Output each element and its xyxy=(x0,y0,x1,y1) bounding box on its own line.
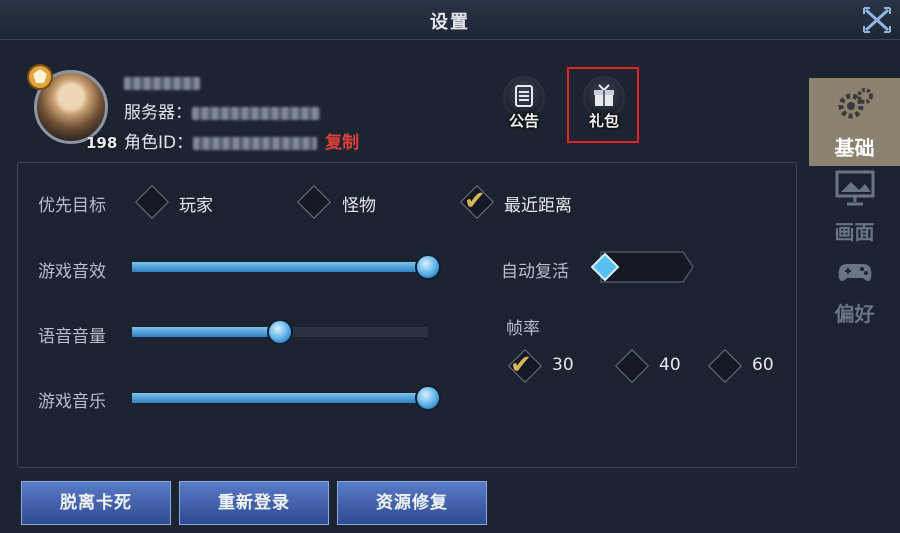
role-id-value-blurred xyxy=(193,136,318,150)
close-button[interactable] xyxy=(860,4,894,36)
fps-option-30[interactable]: 30 xyxy=(552,355,574,375)
tab-preferences[interactable]: 偏好 xyxy=(809,244,900,332)
tab-basic[interactable]: 基础 xyxy=(809,78,900,166)
resource-repair-button[interactable]: 资源修复 xyxy=(337,481,487,525)
rank-badge-icon xyxy=(27,64,53,90)
priority-option-nearest[interactable]: 最近距离 xyxy=(504,191,572,216)
close-icon xyxy=(863,7,891,33)
notice-label: 公告 xyxy=(508,112,539,130)
player-level: 198 xyxy=(86,134,118,152)
priority-label: 优先目标 xyxy=(38,196,106,216)
auto-revive-toggle[interactable] xyxy=(587,250,695,284)
slider-fill xyxy=(132,262,428,272)
music-volume-label: 游戏音乐 xyxy=(38,392,106,412)
slider-knob[interactable] xyxy=(267,319,293,345)
gamepad-icon xyxy=(838,264,872,281)
slider-fill xyxy=(132,393,428,403)
server-label: 服务器： xyxy=(124,103,192,123)
role-id-row: 角色ID： 复制 xyxy=(124,128,359,158)
monitor-icon xyxy=(835,170,875,206)
slider-knob[interactable] xyxy=(415,385,441,411)
server-value-blurred xyxy=(192,106,320,120)
sfx-volume-label: 游戏音效 xyxy=(38,262,106,282)
fps-option-60[interactable]: 60 xyxy=(752,355,774,375)
gift-highlight-box xyxy=(567,67,639,143)
role-id-label: 角色ID： xyxy=(124,133,194,153)
priority-option-player[interactable]: 玩家 xyxy=(179,191,213,216)
sfx-volume-slider[interactable] xyxy=(132,254,441,280)
priority-option-monster[interactable]: 怪物 xyxy=(342,191,376,216)
voice-volume-slider[interactable] xyxy=(132,319,428,345)
profile-avatar-group: 198 xyxy=(24,62,120,158)
notice-button[interactable]: 公告 xyxy=(498,76,550,138)
fps-label: 帧率 xyxy=(506,319,540,339)
voice-volume-label: 语音音量 xyxy=(38,327,106,347)
server-row: 服务器： xyxy=(124,98,359,128)
slider-fill xyxy=(132,327,280,337)
checkmark-icon: ✔ xyxy=(510,350,532,380)
tab-basic-label: 基础 xyxy=(834,136,875,160)
profile-info: 服务器： 角色ID： 复制 xyxy=(124,68,359,158)
tab-graphics-label: 画面 xyxy=(834,220,875,244)
auto-revive-label: 自动复活 xyxy=(501,262,569,282)
fps-option-40[interactable]: 40 xyxy=(659,355,681,375)
window-title: 设置 xyxy=(430,12,470,33)
slider-knob[interactable] xyxy=(415,254,441,280)
tab-preferences-label: 偏好 xyxy=(834,302,875,326)
player-name-row xyxy=(124,68,359,98)
checkmark-icon: ✔ xyxy=(464,186,486,216)
relogin-button[interactable]: 重新登录 xyxy=(179,481,329,525)
copy-button[interactable]: 复制 xyxy=(325,133,359,153)
title-bar: 设置 xyxy=(0,0,900,40)
tab-graphics[interactable]: 画面 xyxy=(809,162,900,250)
player-name-blurred xyxy=(124,76,200,90)
gears-icon xyxy=(838,88,873,119)
unstuck-button[interactable]: 脱离卡死 xyxy=(21,481,171,525)
music-volume-slider[interactable] xyxy=(132,385,441,411)
settings-panel xyxy=(17,162,797,468)
